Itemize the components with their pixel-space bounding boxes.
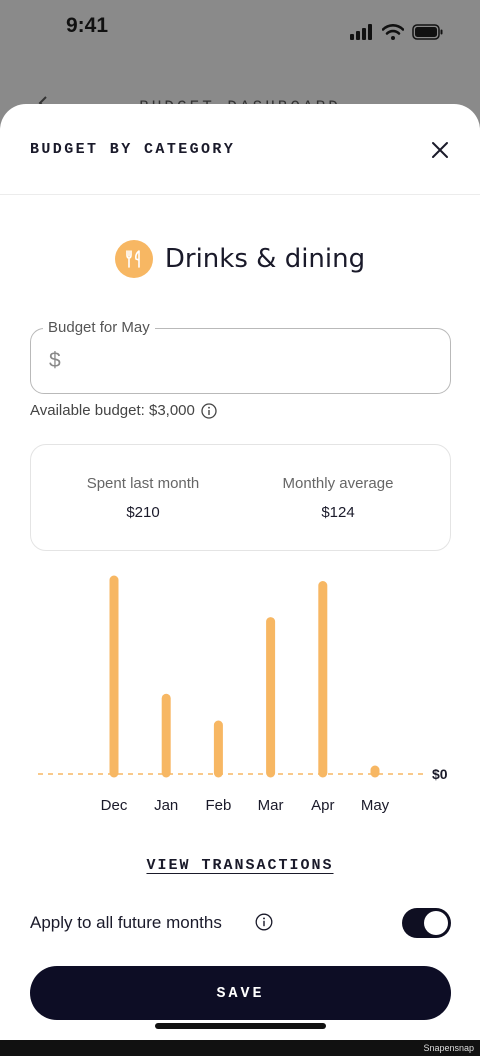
sheet-title: BUDGET BY CATEGORY	[30, 141, 236, 158]
currency-symbol: $	[49, 349, 61, 372]
home-indicator	[155, 1023, 326, 1029]
apply-future-row: Apply to all future months	[30, 908, 451, 938]
apply-future-label: Apply to all future months	[30, 913, 222, 932]
budget-input[interactable]	[73, 343, 433, 379]
budget-field-label: Budget for May	[43, 319, 155, 336]
sheet-header: BUDGET BY CATEGORY	[0, 104, 480, 195]
apply-future-toggle[interactable]	[402, 908, 451, 938]
battery-icon	[412, 24, 443, 40]
info-icon[interactable]	[255, 913, 273, 931]
spending-bar-chart: $0 Dec Jan Feb Mar Apr May	[38, 575, 448, 814]
available-budget: Available budget: $3,000	[30, 402, 217, 419]
chart-tick-label: Feb	[205, 797, 231, 814]
stat-monthly-average: Monthly average $124	[243, 475, 433, 521]
view-transactions-link[interactable]: VIEW TRANSACTIONS	[146, 857, 333, 874]
info-icon[interactable]	[201, 402, 217, 419]
stats-card: Spent last month $210 Monthly average $1…	[30, 444, 451, 551]
stat-label: Spent last month	[86, 475, 200, 492]
stat-label: Monthly average	[282, 475, 394, 492]
chart-tick-label: Apr	[311, 797, 334, 814]
view-transactions-row: VIEW TRANSACTIONS	[0, 856, 480, 874]
stat-value: $124	[321, 504, 355, 521]
budget-category-sheet: BUDGET BY CATEGORY Drinks & dining Budge…	[0, 104, 480, 1040]
wifi-icon	[382, 24, 404, 40]
stat-value: $210	[126, 504, 160, 521]
category-header: Drinks & dining	[0, 240, 480, 278]
category-name: Drinks & dining	[164, 244, 366, 274]
status-bar: 9:41	[0, 0, 480, 60]
close-icon[interactable]	[428, 138, 452, 162]
toggle-knob	[424, 911, 448, 935]
chart-tick-label: May	[361, 797, 390, 814]
baseline-label: $0	[432, 766, 448, 782]
chart-tick-label: Jan	[154, 797, 178, 814]
fork-knife-icon	[114, 240, 153, 278]
chart-tick-label: Mar	[258, 797, 284, 814]
save-button[interactable]: SAVE	[30, 966, 451, 1020]
signal-icon	[350, 24, 372, 40]
status-time: 9:41	[66, 14, 109, 37]
chart-tick-label: Dec	[101, 797, 128, 814]
available-budget-text: Available budget: $3,000	[30, 402, 195, 419]
watermark: Snapensnap	[423, 1043, 474, 1053]
status-icons	[350, 24, 444, 40]
budget-field: Budget for May $	[30, 319, 451, 394]
stat-spent-last-month: Spent last month $210	[48, 475, 238, 521]
footer-bar: Snapensnap	[0, 1040, 480, 1056]
